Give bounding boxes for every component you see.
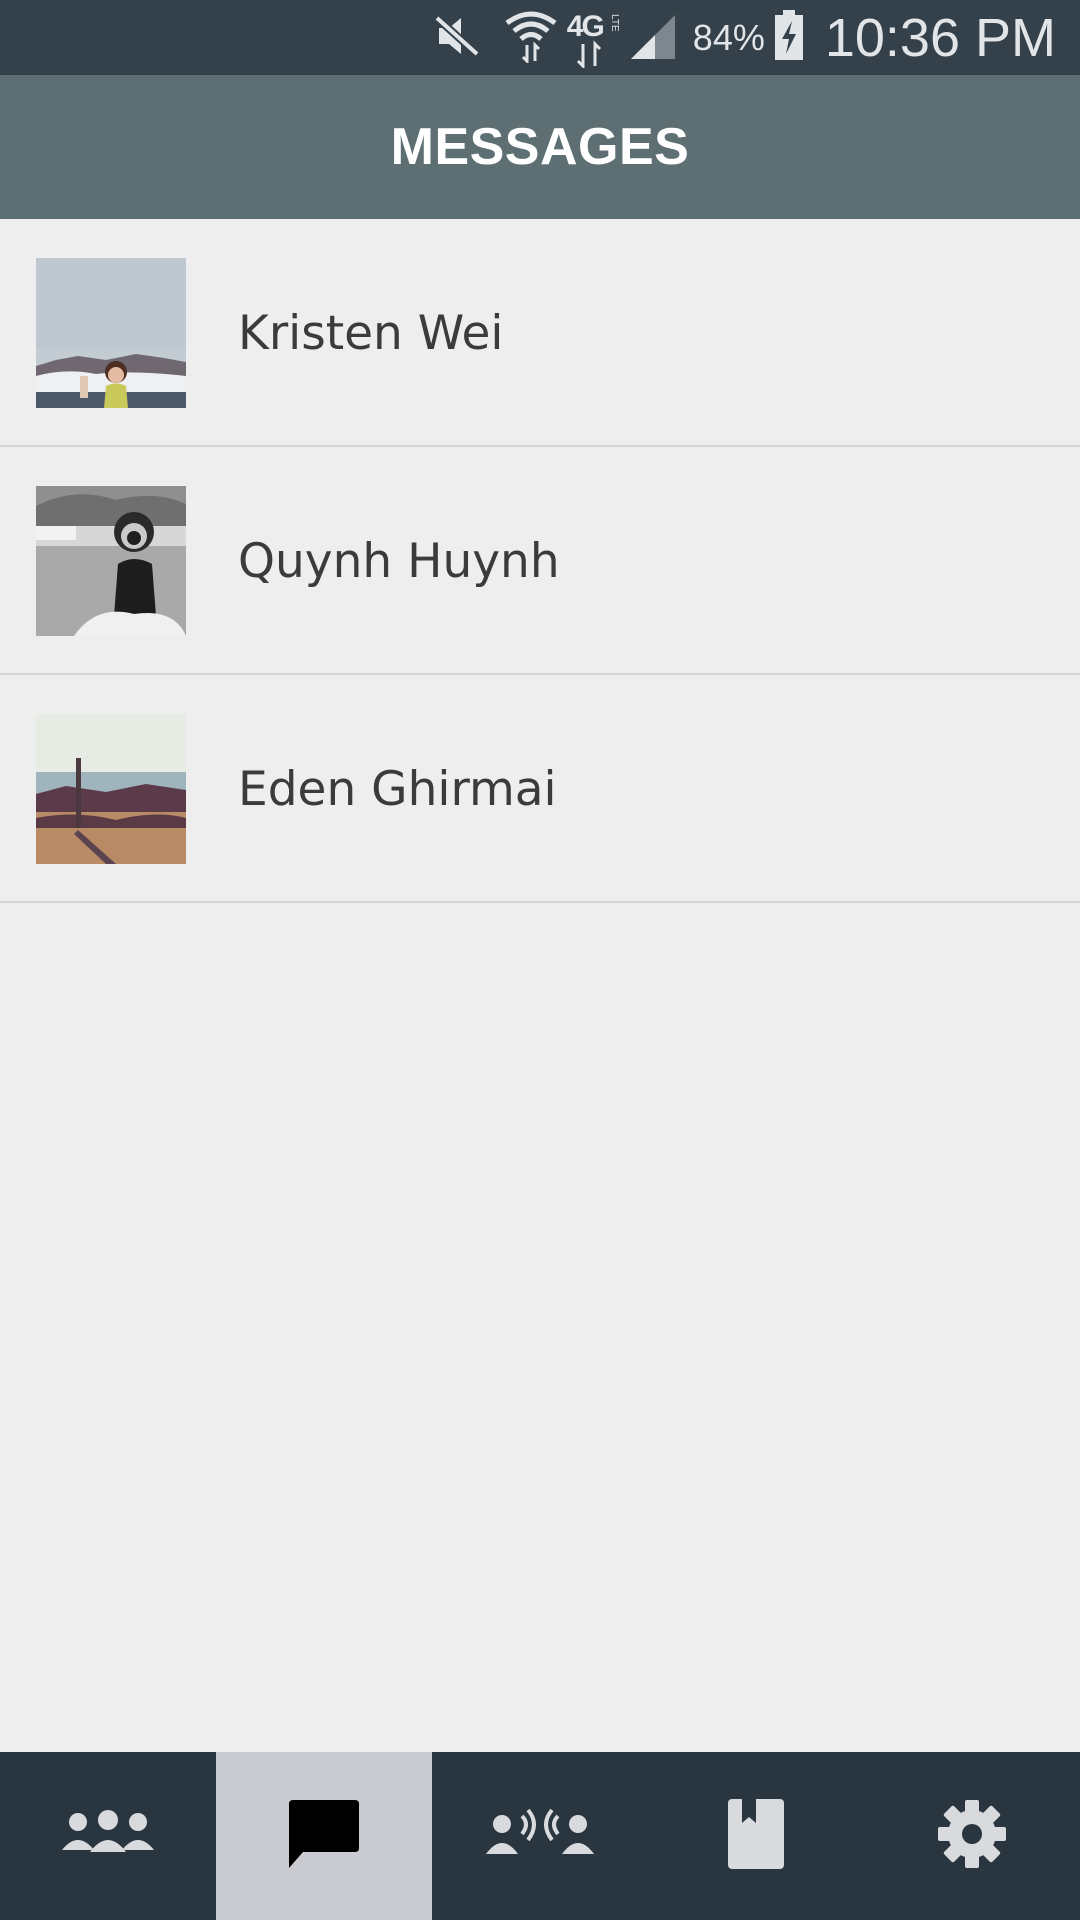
contact-name: Kristen Wei	[238, 305, 504, 361]
conversation-list: Kristen Wei Quynh Huynh Eden Ghirmai	[0, 219, 1080, 903]
message-icon	[287, 1798, 361, 1874]
avatar	[36, 486, 186, 636]
group-icon	[62, 1808, 154, 1864]
status-bar: 4G LTE 84% 10:36 PM	[0, 0, 1080, 75]
nav-item-voice[interactable]	[432, 1752, 648, 1920]
nav-item-messages[interactable]	[216, 1752, 432, 1920]
status-icons: 4G LTE 84% 10:36 PM	[433, 0, 1080, 75]
voice-call-icon	[484, 1808, 596, 1864]
avatar	[36, 258, 186, 408]
settings-icon	[937, 1799, 1007, 1873]
signal-icon	[629, 11, 677, 65]
conversation-item-quynh-huynh[interactable]: Quynh Huynh	[0, 447, 1080, 675]
mute-icon	[433, 14, 481, 62]
contact-name: Quynh Huynh	[238, 533, 560, 589]
clock: 10:36 PM	[824, 7, 1056, 68]
bottom-navigation	[0, 1752, 1080, 1920]
page-title: MESSAGES	[390, 118, 690, 176]
app-header: MESSAGES	[0, 75, 1080, 219]
wifi-icon	[505, 9, 557, 67]
avatar	[36, 714, 186, 864]
nav-item-groups[interactable]	[0, 1752, 216, 1920]
conversation-item-kristen-wei[interactable]: Kristen Wei	[0, 219, 1080, 447]
battery-charging-icon	[773, 9, 805, 66]
4g-lte-icon: 4G LTE	[567, 8, 623, 68]
conversation-item-eden-ghirmai[interactable]: Eden Ghirmai	[0, 675, 1080, 903]
nav-item-settings[interactable]	[864, 1752, 1080, 1920]
contact-name: Eden Ghirmai	[238, 761, 557, 817]
nav-item-book[interactable]	[648, 1752, 864, 1920]
battery-percent: 84%	[692, 16, 765, 58]
book-icon	[728, 1799, 784, 1873]
